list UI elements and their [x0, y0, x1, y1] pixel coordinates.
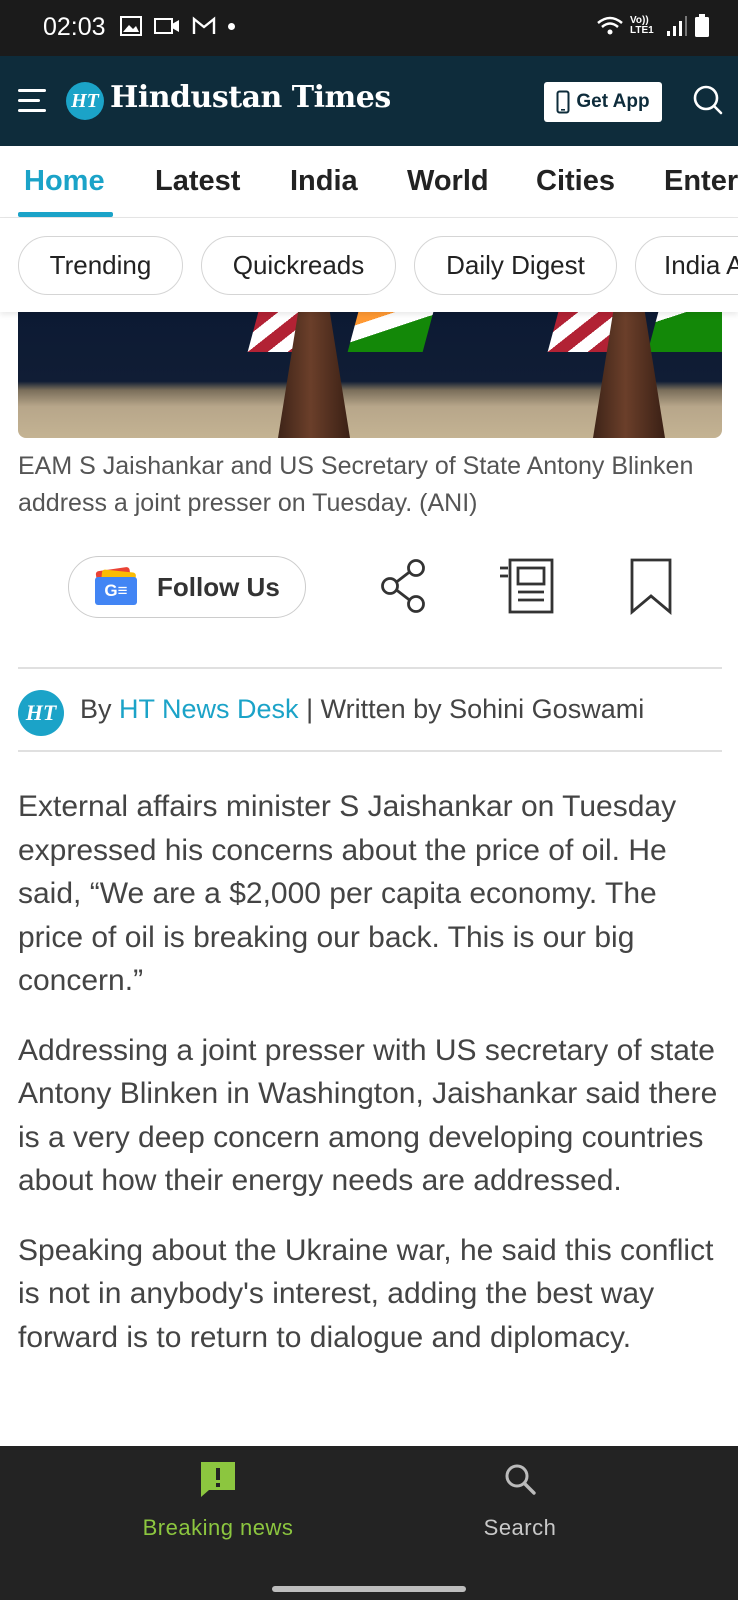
share-icon[interactable] [378, 558, 428, 616]
breaking-news-tab[interactable]: Breaking news [68, 1446, 368, 1546]
breaking-news-icon [201, 1462, 235, 1497]
search-label: Search [483, 1515, 557, 1540]
breaking-news-label: Breaking news [142, 1515, 294, 1540]
phone-icon [556, 90, 570, 114]
divider [18, 750, 722, 752]
topic-chips: Trending Quickreads Daily Digest India A… [0, 218, 738, 312]
tab-cities[interactable]: Cities [536, 165, 615, 198]
search-tab[interactable]: Search [370, 1446, 670, 1546]
divider [18, 667, 722, 669]
tab-india[interactable]: India [290, 165, 358, 198]
india-flag-image [647, 312, 722, 352]
tab-entertainment[interactable]: Entertainment [664, 165, 738, 198]
tab-home[interactable]: Home [24, 165, 105, 198]
gesture-handle[interactable] [272, 1586, 466, 1592]
chip-trending[interactable]: Trending [18, 236, 183, 295]
article-photo [18, 312, 722, 438]
byline-suffix: | Written by Sohini Goswami [298, 694, 645, 724]
menu-icon[interactable] [18, 89, 46, 113]
follow-us-label: Follow Us [157, 571, 280, 602]
article-paragraph: External affairs minister S Jaishankar o… [18, 790, 677, 997]
status-bar: 02:03 Vo)) LTE1 [0, 0, 738, 56]
bottom-nav: Breaking news Search [0, 1446, 738, 1600]
bookmark-icon[interactable] [628, 558, 674, 616]
chip-quickreads[interactable]: Quickreads [201, 236, 396, 295]
tab-world[interactable]: World [407, 165, 489, 198]
chip-daily-digest[interactable]: Daily Digest [414, 236, 617, 295]
gallery-icon [120, 16, 142, 36]
chip-india-at-75[interactable]: India At 75 [635, 236, 738, 295]
get-app-label: Get App [576, 91, 650, 112]
site-logo[interactable]: Hindustan Times [110, 80, 391, 115]
section-tabs: Home Latest India World Cities Entertain… [0, 146, 738, 218]
get-app-button[interactable]: Get App [544, 82, 662, 122]
byline: By HT News Desk | Written by Sohini Gosw… [80, 694, 644, 725]
byline-prefix: By [80, 694, 120, 724]
photo-caption: EAM S Jaishankar and US Secretary of Sta… [18, 452, 694, 517]
network-label: Vo)) LTE1 [630, 15, 654, 36]
read-later-icon[interactable] [498, 558, 556, 616]
article-paragraph: Speaking about the Ukraine war, he said … [18, 1233, 714, 1354]
follow-us-button[interactable]: G≡ Follow Us [68, 556, 306, 618]
author-link[interactable]: HT News Desk [119, 694, 299, 724]
signal-icon [667, 16, 687, 36]
app-header: HT Hindustan Times Get App [0, 56, 738, 146]
wifi-icon [597, 16, 623, 35]
video-call-icon [154, 18, 179, 34]
status-time: 02:03 [43, 13, 106, 41]
search-icon [505, 1464, 536, 1495]
author-avatar: HT [18, 690, 64, 736]
ht-logo-badge[interactable]: HT [66, 82, 104, 120]
notification-dot-icon [228, 22, 235, 30]
google-news-icon: G≡ [93, 566, 139, 605]
article-paragraph: Addressing a joint presser with US secre… [18, 1033, 718, 1198]
tab-latest[interactable]: Latest [155, 165, 240, 198]
active-tab-indicator [18, 212, 113, 217]
search-icon[interactable] [692, 84, 724, 116]
article-body: External affairs minister S Jaishankar o… [18, 785, 722, 1385]
gmail-icon [192, 16, 216, 34]
india-flag-image [347, 312, 434, 352]
battery-icon [695, 14, 709, 37]
